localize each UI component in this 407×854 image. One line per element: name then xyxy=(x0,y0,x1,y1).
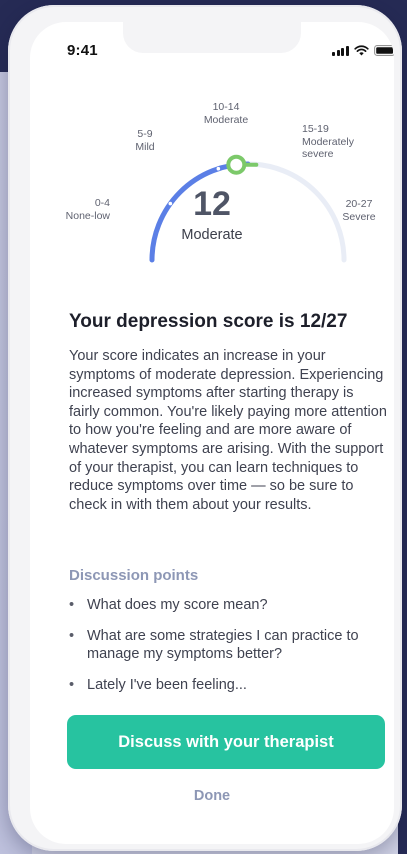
gauge-label-moderately-severe: 15-19 Moderately severe xyxy=(302,123,354,160)
score-level: Moderate xyxy=(181,227,243,243)
app-screen: 9:41 0-4 None-low 5-9 Mild 10-14 Moderat… xyxy=(30,22,394,844)
gauge-label-moderate: 10-14 Moderate xyxy=(203,101,249,126)
discuss-with-therapist-button[interactable]: Discuss with your therapist xyxy=(67,715,385,769)
phone-frame: 9:41 0-4 None-low 5-9 Mild 10-14 Moderat… xyxy=(8,5,402,851)
done-button[interactable]: Done xyxy=(30,788,394,804)
discussion-list: What does my score mean? What are some s… xyxy=(69,596,389,706)
result-title: Your depression score is 12/27 xyxy=(69,311,348,332)
score-value: 12 xyxy=(193,185,231,223)
score-gauge: 0-4 None-low 5-9 Mild 10-14 Moderate 15-… xyxy=(30,22,394,272)
result-description: Your score indicates an increase in your… xyxy=(69,348,387,513)
discussion-item[interactable]: What does my score mean? xyxy=(69,596,389,615)
discussion-item[interactable]: What are some strategies I can practice … xyxy=(69,627,389,664)
discussion-heading: Discussion points xyxy=(69,567,199,584)
discussion-item[interactable]: Lately I've been feeling... xyxy=(69,676,389,695)
gauge-label-mild: 5-9 Mild xyxy=(135,128,155,153)
gauge-tick xyxy=(216,166,221,171)
gauge-marker xyxy=(226,154,247,175)
